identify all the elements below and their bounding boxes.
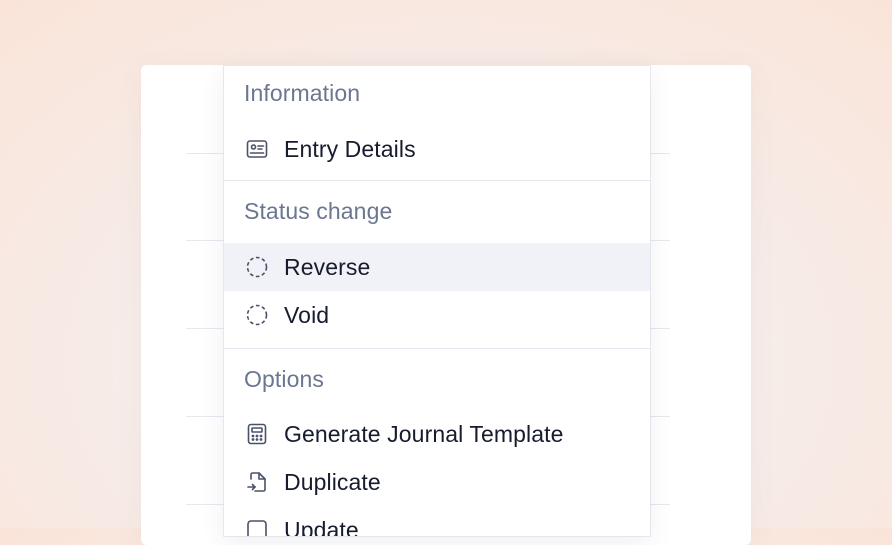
section-divider xyxy=(224,180,650,181)
menu-item-label: Generate Journal Template xyxy=(284,420,564,447)
file-import-icon xyxy=(244,469,270,495)
menu-item-label: Update xyxy=(284,516,359,537)
section-heading-options: Options xyxy=(244,366,324,392)
dashed-circle-icon xyxy=(244,302,270,328)
context-menu: Information Entry Details Status change … xyxy=(224,66,650,536)
section-heading-information: Information xyxy=(244,80,361,106)
menu-item-reverse[interactable]: Reverse xyxy=(224,243,650,291)
edit-icon xyxy=(244,517,270,536)
section-divider xyxy=(224,348,650,349)
dashed-circle-icon xyxy=(244,254,270,280)
menu-item-duplicate[interactable]: Duplicate xyxy=(224,458,650,506)
menu-item-entry-details[interactable]: Entry Details xyxy=(224,125,650,173)
menu-item-label: Reverse xyxy=(284,253,371,280)
menu-item-label: Void xyxy=(284,301,330,328)
id-card-icon xyxy=(244,136,270,162)
menu-item-label: Duplicate xyxy=(284,468,381,495)
menu-item-generate-journal-template[interactable]: Generate Journal Template xyxy=(224,410,650,458)
calculator-icon xyxy=(244,421,270,447)
menu-item-void[interactable]: Void xyxy=(224,291,650,339)
menu-item-update[interactable]: Update xyxy=(224,506,650,536)
menu-item-label: Entry Details xyxy=(284,135,416,162)
section-heading-status-change: Status change xyxy=(244,198,393,224)
